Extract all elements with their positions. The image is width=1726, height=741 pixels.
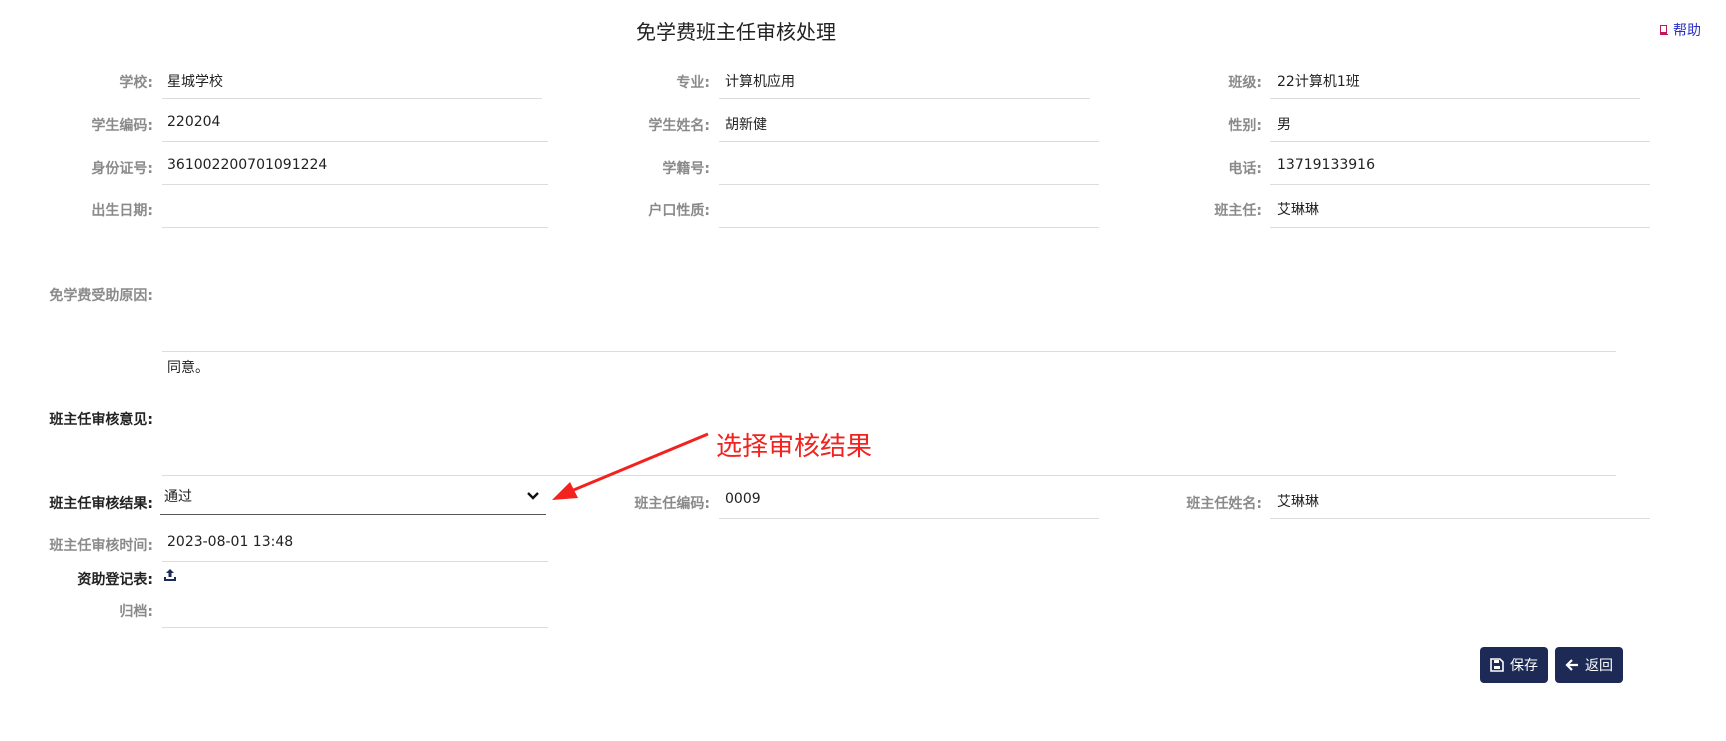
student-code-underline [162, 141, 548, 142]
teacher-code-label: 班主任编码: [634, 496, 710, 512]
save-label: 保存 [1510, 658, 1538, 674]
head-teacher-value: 艾琳琳 [1277, 202, 1319, 218]
floppy-icon [1490, 658, 1504, 672]
save-button[interactable]: 保存 [1480, 647, 1548, 683]
teacher-name-underline [1270, 518, 1650, 519]
page-title: 免学费班主任审核处理 [636, 20, 836, 44]
gender-value: 男 [1277, 117, 1291, 133]
student-name-label: 学生姓名: [648, 118, 710, 134]
aid-form-label: 资助登记表: [77, 572, 153, 588]
phone-value: 13719133916 [1277, 157, 1375, 173]
head-teacher-label: 班主任: [1214, 203, 1262, 219]
teacher-name-label: 班主任姓名: [1186, 496, 1262, 512]
archive-label: 归档: [119, 604, 153, 620]
student-code-label: 学生编码: [91, 118, 153, 134]
help-label: 帮助 [1673, 23, 1701, 39]
class-underline [1270, 98, 1640, 99]
review-time-label: 班主任审核时间: [49, 538, 153, 554]
enrollment-no-underline [719, 184, 1099, 185]
id-number-label: 身份证号: [91, 161, 153, 177]
upload-icon[interactable] [163, 568, 177, 582]
review-result-label: 班主任审核结果: [49, 496, 153, 512]
aid-reason-underline [162, 351, 1616, 352]
book-icon [1660, 25, 1668, 35]
back-label: 返回 [1585, 658, 1613, 674]
school-underline [162, 98, 542, 99]
household-type-underline [719, 227, 1099, 228]
teacher-code-underline [719, 518, 1099, 519]
review-result-select[interactable]: 通过 [160, 478, 546, 515]
teacher-opinion-underline [162, 475, 1616, 476]
teacher-opinion-label: 班主任审核意见: [49, 412, 153, 428]
gender-underline [1270, 141, 1650, 142]
phone-label: 电话: [1228, 161, 1262, 177]
major-label: 专业: [676, 75, 710, 91]
birth-date-label: 出生日期: [91, 203, 153, 219]
id-number-value: 361002200701091224 [167, 157, 328, 173]
teacher-name-value: 艾琳琳 [1277, 494, 1319, 510]
birth-date-underline [162, 227, 548, 228]
school-value: 星城学校 [167, 74, 223, 90]
annotation-text: 选择审核结果 [716, 432, 873, 462]
enrollment-no-label: 学籍号: [662, 161, 710, 177]
class-value: 22计算机1班 [1277, 74, 1360, 90]
teacher-opinion-value[interactable]: 同意。 [167, 357, 209, 377]
head-teacher-underline [1270, 227, 1650, 228]
teacher-code-value: 0009 [725, 491, 761, 507]
review-time-value: 2023-08-01 13:48 [167, 534, 294, 550]
gender-label: 性别: [1228, 118, 1262, 134]
arrow-left-icon [1565, 659, 1578, 671]
household-type-label: 户口性质: [648, 203, 710, 219]
major-underline [719, 98, 1090, 99]
archive-underline [162, 627, 548, 628]
student-code-value: 220204 [167, 114, 221, 130]
review-result-selected: 通过 [164, 489, 192, 505]
class-label: 班级: [1228, 75, 1262, 91]
student-name-value: 胡新健 [725, 117, 767, 133]
school-label: 学校: [119, 75, 153, 91]
phone-underline [1270, 184, 1650, 185]
review-time-underline [162, 561, 548, 562]
chevron-down-icon [527, 492, 539, 500]
help-link[interactable]: 帮助 [1659, 20, 1701, 40]
id-number-underline [162, 184, 548, 185]
back-button[interactable]: 返回 [1555, 647, 1623, 683]
major-value: 计算机应用 [725, 74, 795, 90]
aid-reason-label: 免学费受助原因: [49, 288, 153, 304]
student-name-underline [719, 141, 1099, 142]
